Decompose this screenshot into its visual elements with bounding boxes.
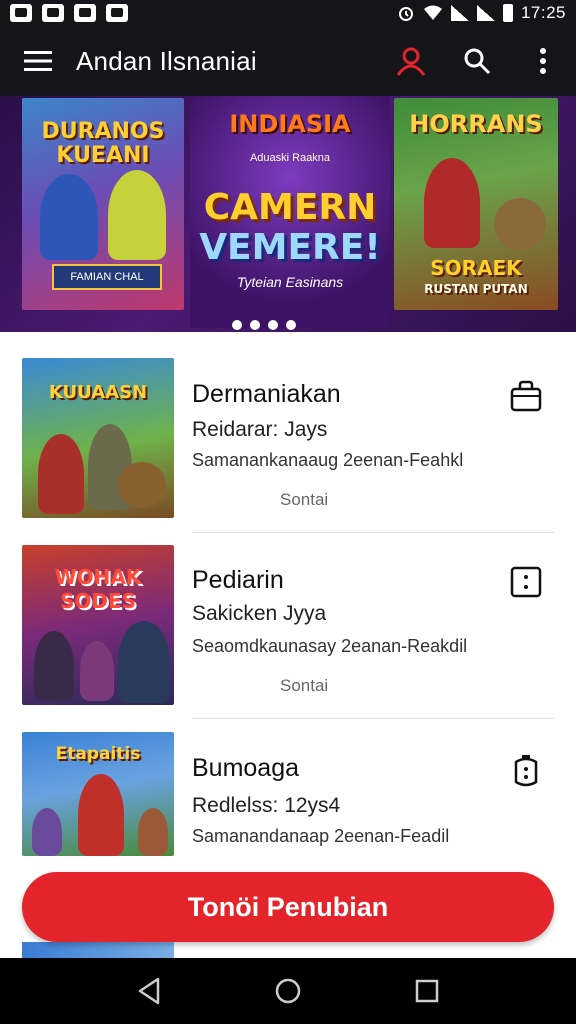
game-name: Dermaniakan [192,380,341,408]
recents-button[interactable] [397,961,457,1021]
overflow-menu-button[interactable] [510,26,576,96]
game-subtitle: Redlelss: 12ys4 [192,794,341,817]
recents-icon [415,979,438,1003]
app-bar-actions [378,26,576,96]
system-indicators: 17:25 [397,3,566,23]
carousel-dot[interactable] [232,320,242,330]
game-description: Seaomdkaunasay 2eanan-Reakdil [192,636,468,656]
character-figure [34,631,74,701]
system-navigation-bar [0,958,576,1024]
character-figure [138,808,168,856]
home-icon [275,978,301,1004]
carousel-dot[interactable] [286,320,296,330]
options-button[interactable] [506,562,546,602]
menu-button[interactable] [0,26,76,96]
hero-banner-carousel[interactable]: DURANOS KUEANI FAMIAN CHAL INDIASIA Adua… [0,96,576,332]
banner-poster-right[interactable]: HORRANS SORAEK RUSTAN PUTAN [394,98,558,310]
thumbnail-title: KUUAASN [48,382,148,403]
carousel-dot[interactable] [250,320,260,330]
list-item[interactable]: WOHAK SODES Pediarin Sakicken Jyya Seaom… [0,532,576,718]
game-list: KUUAASN Dermaniakan Reidarar: Jays Saman… [0,332,576,958]
game-name: Pediarin [192,566,284,594]
game-description: Samanandanaap 2eenan-Feadil [192,826,450,846]
character-figure [40,174,98,260]
game-subtitle: Reidarar: Jays [192,418,328,441]
poster-caption: FAMIAN CHAL [52,264,162,290]
game-name: Bumoaga [192,754,300,782]
alarm-icon [398,7,413,21]
page-title: Andan Ilsnaniai [76,45,257,76]
battery-icon [502,4,513,22]
carousel-dot[interactable] [268,320,278,330]
notification-icon [10,4,32,22]
carousel-indicator [232,320,296,330]
poster-logo: INDIASIA [229,110,351,138]
notification-icons [10,4,128,22]
timer-button[interactable] [506,752,546,792]
game-subtitle: Sakicken Jyya [192,602,327,625]
home-button[interactable] [258,961,318,1021]
bag-button[interactable] [506,376,546,416]
game-description: Samanankanaaug 2eenan-Feahkl [192,450,464,470]
creature-figure [494,198,546,250]
banner-poster-left[interactable]: DURANOS KUEANI FAMIAN CHAL [22,98,184,310]
banner-poster-center[interactable]: INDIASIA Aduaski Raakna CAMERN VEMERE! T… [190,96,390,328]
character-figure [108,170,166,260]
next-item-thumbnail [22,942,174,958]
app-bar: Andan Ilsnaniai [0,26,576,96]
character-figure [424,158,480,248]
status-bar: 17:25 [0,0,576,26]
account-button[interactable] [378,26,444,96]
primary-action-button[interactable]: Tonöi Penubian [22,872,554,942]
back-button[interactable] [119,961,179,1021]
thumbnail-title: Etapaitis [55,744,141,764]
dots-box-icon [510,566,542,598]
wifi-icon [423,5,442,20]
signal-icon [450,5,469,21]
signal-icon [476,5,495,21]
game-thumbnail: KUUAASN [22,358,174,518]
notification-icon [74,4,96,22]
game-thumbnail: Etapaitis [22,732,174,856]
game-status: Sontai [280,490,329,509]
character-figure [118,621,170,703]
character-figure [78,774,124,856]
character-figure [38,434,84,514]
poster-subtitle: RUSTAN PUTAN [424,282,528,296]
app-screen: 17:25 Andan Ilsnaniai DURANOS KUEANI FAM… [0,0,576,1024]
back-icon [139,977,160,1005]
game-status: Sontai [280,676,329,695]
status-time: 17:25 [520,3,566,22]
search-icon [464,48,491,75]
timer-bag-icon [514,755,538,787]
notification-icon [42,4,64,22]
notification-icon [106,4,128,22]
search-button[interactable] [444,26,510,96]
poster-tagline: Aduaski Raakna [249,152,331,164]
poster-title: DURANOS KUEANI [41,119,165,168]
game-thumbnail: WOHAK SODES [22,545,174,705]
character-figure [80,641,114,701]
more-vert-icon [540,48,546,74]
character-figure [32,808,62,856]
poster-title: HORRANS [409,110,543,138]
poster-headline: CAMERN [203,187,377,228]
thumbnail-title: WOHAK SODES [54,565,142,613]
poster-subtitle: SORAEK [430,256,522,280]
list-item[interactable]: KUUAASN Dermaniakan Reidarar: Jays Saman… [0,332,576,518]
menu-icon [24,51,52,71]
creature-figure [118,462,166,508]
bag-icon [510,380,542,412]
user-icon [396,47,426,76]
poster-headline: VEMERE! [199,227,381,268]
poster-subtitle: Tyteian Easinans [236,274,344,290]
